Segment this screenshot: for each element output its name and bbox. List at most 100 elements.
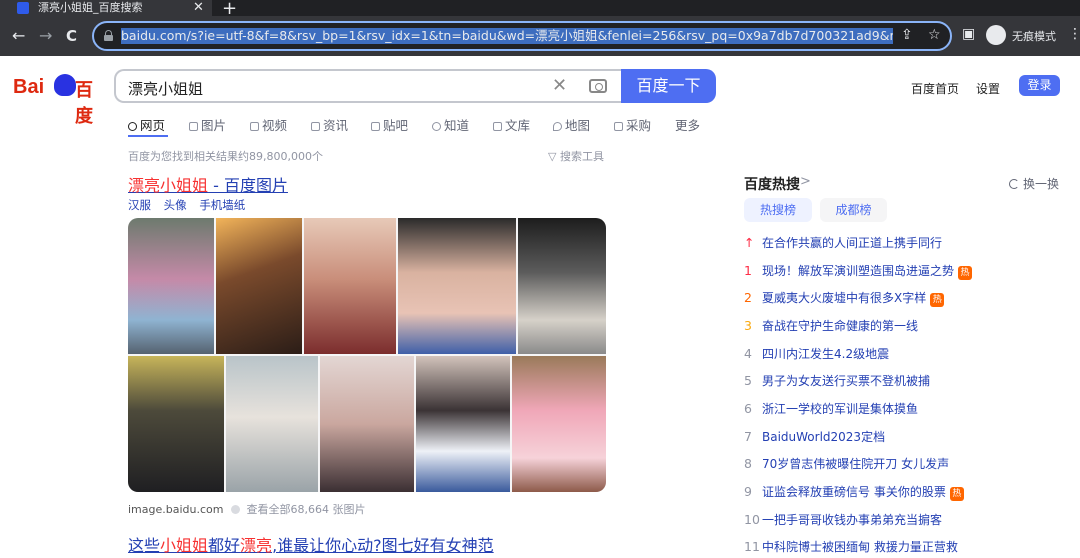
back-arrow-icon[interactable]: ←	[12, 26, 25, 46]
paw-logo-icon	[54, 74, 76, 96]
hot-item-text: BaiduWorld2023定档	[762, 430, 886, 444]
tab-wenku[interactable]: 文库	[493, 115, 530, 134]
url-text[interactable]: baidu.com/s?ie=utf-8&f=8&rsv_bp=1&rsv_id…	[121, 28, 893, 44]
photo-thumbnail[interactable]	[304, 218, 396, 354]
tab-zhidao[interactable]: 知道	[432, 115, 469, 134]
photo-thumbnail[interactable]	[398, 218, 516, 354]
tab-purchase[interactable]: 采购	[614, 115, 651, 134]
hot-list-item[interactable]: 4 四川内江发生4.2级地震	[744, 345, 889, 365]
hot-list-item[interactable]: 5 男子为女友送行买票不登机被捕	[744, 372, 930, 392]
photo-thumbnail[interactable]	[320, 356, 414, 492]
lock-icon	[104, 30, 113, 41]
search-query[interactable]: 漂亮小姐姐	[128, 78, 203, 99]
hot-item-text: 70岁曾志伟被曝住院开刀 女儿发声	[762, 457, 950, 471]
image-grid	[128, 218, 606, 492]
reload-icon[interactable]: C	[66, 26, 77, 46]
camera-icon[interactable]	[589, 79, 607, 93]
baidu-logo[interactable]: Bai 百度	[13, 72, 103, 127]
tab-images[interactable]: 图片	[189, 115, 226, 134]
photo-thumbnail[interactable]	[512, 356, 606, 492]
title-highlight: 漂亮	[240, 536, 273, 555]
tag-link[interactable]: 汉服	[128, 198, 151, 212]
photo-thumbnail[interactable]	[518, 218, 606, 354]
clear-icon[interactable]: ✕	[552, 75, 567, 96]
hot-list-item[interactable]: 8 70岁曾志伟被曝住院开刀 女儿发声	[744, 455, 949, 475]
hot-search-title[interactable]: 百度热搜	[744, 174, 800, 194]
hot-list-item[interactable]: 6 浙江一学校的军训是集体摸鱼	[744, 400, 918, 420]
hot-list-item[interactable]: 2 夏威夷大火废墟中有很多X字样热	[744, 289, 945, 309]
hot-list-item[interactable]: 3 奋战在守护生命健康的第一线	[744, 317, 918, 337]
search-tools-button[interactable]: ▽ 搜索工具	[548, 148, 604, 164]
browser-tab-strip: 漂亮小姐姐_百度搜索 ✕ +	[0, 0, 1080, 19]
photo-thumbnail[interactable]	[216, 218, 302, 354]
photo-thumbnail[interactable]	[226, 356, 318, 492]
hot-badge: 热	[958, 266, 973, 280]
hot-rank: 3	[744, 318, 752, 333]
hot-item-text: 一把手哥哥收钱办事弟弟充当掮客	[762, 513, 943, 527]
tab-label: 文库	[505, 118, 531, 133]
hot-item-text: 浙江一学校的军训是集体摸鱼	[762, 402, 919, 416]
photo-thumbnail[interactable]	[416, 356, 510, 492]
hot-rank: 4	[744, 346, 752, 361]
tab-hot-search[interactable]: 热搜榜	[744, 198, 812, 222]
forward-arrow-icon[interactable]: →	[39, 26, 52, 46]
chevron-right-icon[interactable]: >	[800, 174, 811, 189]
tab-close-icon[interactable]: ✕	[193, 0, 204, 16]
tab-video[interactable]: 视频	[250, 115, 287, 134]
hot-rank: 7	[744, 429, 752, 444]
view-all-images-link[interactable]: 查看全部68,664 张图片	[246, 503, 365, 516]
title-highlight: 漂亮小姐姐	[128, 176, 209, 195]
tab-label: 采购	[626, 118, 652, 133]
hot-list-item[interactable]: 10 一把手哥哥收钱办事弟弟充当掮客	[744, 511, 942, 531]
tab-tieba[interactable]: 贴吧	[371, 115, 408, 134]
tab-chengdu[interactable]: 成都榜	[820, 198, 887, 222]
photo-thumbnail[interactable]	[128, 356, 224, 492]
tab-web[interactable]: 网页	[128, 115, 165, 134]
source-url[interactable]: image.baidu.com	[128, 503, 223, 516]
tab-label: 图片	[201, 118, 227, 133]
logo-bai-text: Bai	[13, 76, 45, 98]
tab-map[interactable]: 地图	[553, 115, 590, 134]
video-icon	[250, 122, 259, 131]
hot-list-item[interactable]: 9 证监会释放重磅信号 事关你的股票热	[744, 483, 964, 503]
side-panel-icon[interactable]: ▣	[962, 26, 975, 42]
tab-label: 网页	[140, 118, 166, 133]
share-icon[interactable]: ⇪	[901, 27, 913, 43]
hot-list-item[interactable]: 1 现场！解放军演训塑造围岛进逼之势热	[744, 262, 973, 282]
incognito-icon[interactable]	[986, 25, 1006, 45]
baidu-home-link[interactable]: 百度首页	[911, 80, 959, 97]
tab-news[interactable]: 资讯	[311, 115, 348, 134]
photo-thumbnail[interactable]	[128, 218, 214, 354]
search-icon	[128, 122, 137, 131]
result-title-link[interactable]: 这些小姐姐都好漂亮,谁最让你心动?图七好有女神范	[128, 532, 494, 556]
menu-icon[interactable]: ⋮	[1068, 26, 1080, 42]
search-input[interactable]: 漂亮小姐姐 ✕	[114, 69, 624, 103]
address-bar[interactable]: baidu.com/s?ie=utf-8&f=8&rsv_bp=1&rsv_id…	[92, 21, 952, 51]
image-tags: 汉服 头像 手机墙纸	[128, 197, 254, 213]
bookmark-star-icon[interactable]: ☆	[928, 27, 941, 43]
hot-rank: 10	[744, 512, 760, 527]
hot-list-item[interactable]: ↑ 在合作共赢的人间正道上携手同行	[744, 234, 942, 254]
browser-tab[interactable]: 漂亮小姐姐_百度搜索 ✕	[0, 0, 212, 16]
hot-item-text: 中科院博士被困缅甸 救援力量正营救	[762, 540, 958, 554]
result-title-link[interactable]: 漂亮小姐姐 - 百度图片	[128, 172, 288, 196]
hot-rank: 11	[744, 539, 760, 554]
settings-link[interactable]: 设置	[976, 80, 1000, 97]
incognito-label[interactable]: 无痕模式	[1012, 28, 1056, 44]
map-icon	[553, 122, 562, 131]
search-button[interactable]: 百度一下	[621, 69, 716, 103]
hot-item-text: 奋战在守护生命健康的第一线	[762, 319, 919, 333]
news-icon	[311, 122, 320, 131]
title-text: ,谁最让你心动?图七好有女神范	[272, 536, 494, 555]
refresh-button[interactable]: 换一换	[1009, 175, 1059, 192]
hot-badge: 热	[930, 293, 945, 307]
doc-icon	[493, 122, 502, 131]
tag-link[interactable]: 手机墙纸	[199, 198, 245, 212]
tab-label: 视频	[262, 118, 288, 133]
hot-rank: 1	[744, 263, 752, 278]
hot-list-item[interactable]: 11 中科院博士被困缅甸 救援力量正营救	[744, 538, 958, 558]
hot-list-item[interactable]: 7 BaiduWorld2023定档	[744, 428, 885, 448]
tab-more[interactable]: 更多	[675, 115, 700, 134]
login-button[interactable]: 登录	[1019, 75, 1060, 96]
tag-link[interactable]: 头像	[164, 198, 187, 212]
